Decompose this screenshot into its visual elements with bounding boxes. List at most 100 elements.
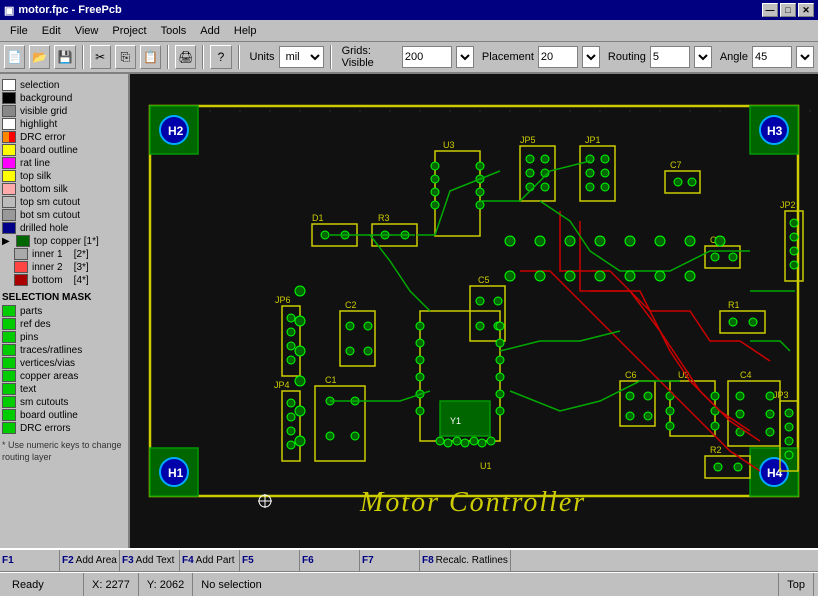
maximize-button[interactable]: □: [780, 3, 796, 17]
save-button[interactable]: 💾: [54, 45, 75, 69]
f3-key[interactable]: F3 Add Text: [120, 550, 180, 571]
inner2-label: inner 2 [3*]: [32, 262, 89, 273]
close-button[interactable]: ✕: [798, 3, 814, 17]
legend-drc-error[interactable]: DRC error: [2, 131, 126, 143]
menu-tools[interactable]: Tools: [155, 23, 193, 39]
svg-text:Motor Controller: Motor Controller: [359, 487, 586, 518]
mask-sm-cutouts-swatch: [2, 396, 16, 408]
f4-key[interactable]: F4 Add Part: [180, 550, 240, 571]
pcb-canvas-area[interactable]: H2 H3 H1 H4 Motor Controller U3 JP5: [130, 74, 818, 548]
mask-traces[interactable]: traces/ratlines: [2, 344, 126, 356]
menu-add[interactable]: Add: [194, 23, 226, 39]
mask-pins[interactable]: pins: [2, 331, 126, 343]
angle-select[interactable]: [796, 46, 814, 68]
titlebar-left: ▣ motor.fpc - FreePcb: [4, 4, 122, 17]
routing-input[interactable]: [650, 46, 690, 68]
drilled-hole-label: drilled hole: [20, 223, 68, 234]
paste-button[interactable]: 📋: [140, 45, 161, 69]
bottom-label: bottom [4*]: [32, 275, 89, 286]
toolbar: 📄 📂 💾 ✂ ⎘ 📋 🖨 ? Units mil mm Grids: Visi…: [0, 42, 818, 74]
placement-select[interactable]: [582, 46, 600, 68]
svg-text:C5: C5: [478, 275, 490, 285]
drc-error-swatch: [2, 131, 16, 143]
new-button[interactable]: 📄: [4, 45, 25, 69]
mask-parts[interactable]: parts: [2, 305, 126, 317]
mask-ref-des-swatch: [2, 318, 16, 330]
inner2-swatch: [14, 261, 28, 273]
mask-board-outline[interactable]: board outline: [2, 409, 126, 421]
legend-top-copper[interactable]: ▶ top copper [1*]: [2, 235, 126, 247]
grids-select[interactable]: [456, 46, 474, 68]
help-button[interactable]: ?: [210, 45, 231, 69]
f5-key[interactable]: F5: [240, 550, 300, 571]
f6-key[interactable]: F6: [300, 550, 360, 571]
inner1-swatch: [14, 248, 28, 260]
board-outline-label: board outline: [20, 145, 78, 156]
mask-ref-des-label: ref des: [20, 319, 51, 330]
legend-bot-sm-cutout[interactable]: bot sm cutout: [2, 209, 126, 221]
menu-project[interactable]: Project: [106, 23, 152, 39]
mask-copper-areas[interactable]: copper areas: [2, 370, 126, 382]
highlight-swatch: [2, 118, 16, 130]
bot-sm-cutout-label: bot sm cutout: [20, 210, 80, 221]
menu-edit[interactable]: Edit: [36, 23, 67, 39]
copy-button[interactable]: ⎘: [115, 45, 136, 69]
units-select[interactable]: mil mm: [279, 46, 324, 68]
legend-inner1[interactable]: inner 1 [2*]: [2, 248, 126, 260]
bottom-silk-label: bottom silk: [20, 184, 68, 195]
visible-grid-swatch: [2, 105, 16, 117]
legend-highlight[interactable]: highlight: [2, 118, 126, 130]
placement-input[interactable]: [538, 46, 578, 68]
titlebar-controls: — □ ✕: [762, 3, 814, 17]
open-button[interactable]: 📂: [29, 45, 50, 69]
legend-top-silk[interactable]: top silk: [2, 170, 126, 182]
rat-line-label: rat line: [20, 158, 50, 169]
mask-sm-cutouts[interactable]: sm cutouts: [2, 396, 126, 408]
status-ready: Ready: [4, 573, 84, 596]
cut-button[interactable]: ✂: [90, 45, 111, 69]
legend-top-sm-cutout[interactable]: top sm cutout: [2, 196, 126, 208]
legend-visible-grid[interactable]: visible grid: [2, 105, 126, 117]
svg-text:Y1: Y1: [450, 416, 461, 426]
svg-text:JP2: JP2: [780, 200, 796, 210]
angle-label: Angle: [720, 51, 748, 63]
mask-ref-des[interactable]: ref des: [2, 318, 126, 330]
menu-view[interactable]: View: [69, 23, 105, 39]
f1-key[interactable]: F1: [0, 550, 60, 571]
mask-drc-errors[interactable]: DRC errors: [2, 422, 126, 434]
mask-text[interactable]: text: [2, 383, 126, 395]
menu-file[interactable]: File: [4, 23, 34, 39]
rat-line-swatch: [2, 157, 16, 169]
legend-drilled-hole[interactable]: drilled hole: [2, 222, 126, 234]
legend-inner2[interactable]: inner 2 [3*]: [2, 261, 126, 273]
f8-key[interactable]: F8 Recalc. Ratlines: [420, 550, 511, 571]
bot-sm-cutout-swatch: [2, 209, 16, 221]
menu-help[interactable]: Help: [228, 23, 263, 39]
svg-text:R3: R3: [378, 213, 390, 223]
bottom-silk-swatch: [2, 183, 16, 195]
f2-key[interactable]: F2 Add Area: [60, 550, 120, 571]
legend-rat-line[interactable]: rat line: [2, 157, 126, 169]
legend-selection[interactable]: selection: [2, 79, 126, 91]
grids-label: Grids: Visible: [342, 45, 398, 69]
legend-bottom[interactable]: bottom [4*]: [2, 274, 126, 286]
top-silk-swatch: [2, 170, 16, 182]
selection-mask-title: SELECTION MASK: [2, 292, 126, 303]
top-copper-swatch: [16, 235, 30, 247]
legend-bottom-silk[interactable]: bottom silk: [2, 183, 126, 195]
status-selection: No selection: [193, 573, 779, 596]
print-button[interactable]: 🖨: [175, 45, 196, 69]
titlebar: ▣ motor.fpc - FreePcb — □ ✕: [0, 0, 818, 20]
legend-board-outline[interactable]: board outline: [2, 144, 126, 156]
pcb-canvas[interactable]: H2 H3 H1 H4 Motor Controller U3 JP5: [130, 74, 818, 548]
legend-background[interactable]: background: [2, 92, 126, 104]
grids-input[interactable]: [402, 46, 452, 68]
svg-text:H3: H3: [767, 124, 783, 138]
angle-input[interactable]: [752, 46, 792, 68]
status-layer: Top: [779, 573, 814, 596]
minimize-button[interactable]: —: [762, 3, 778, 17]
mask-parts-label: parts: [20, 306, 42, 317]
mask-vertices[interactable]: vertices/vias: [2, 357, 126, 369]
f7-key[interactable]: F7: [360, 550, 420, 571]
routing-select[interactable]: [694, 46, 712, 68]
